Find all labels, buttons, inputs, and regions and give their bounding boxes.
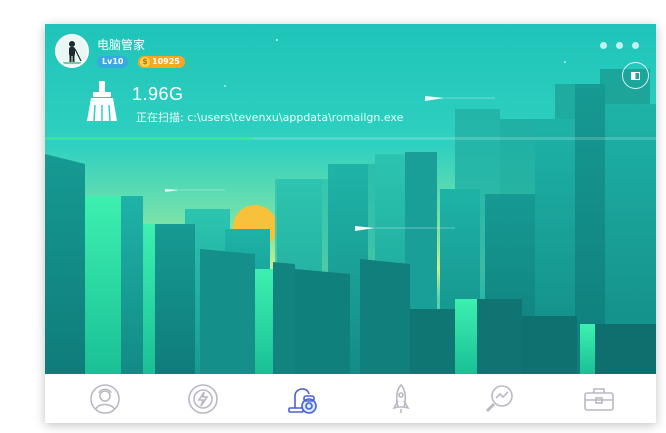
avatar[interactable] [55,34,89,68]
nav-diagnose[interactable] [483,382,517,416]
menu-dot-3[interactable] [632,42,639,49]
scan-current-path: c:\users\tevenxu\appdata\romailgn.exe [187,111,404,124]
coin-count: 10925 [152,57,180,66]
scan-progress-fill [45,137,253,140]
magnifier-chart-icon [485,385,513,413]
menu-dot-1[interactable] [600,42,607,49]
nav-user[interactable] [88,382,122,416]
nav-toolbox[interactable] [582,382,616,416]
toolbox-icon [584,388,614,411]
scan-progress-bar [45,137,656,140]
golfer-avatar-icon [57,36,87,66]
shield-bolt-icon [188,384,218,414]
app-title: 电脑管家 [97,38,146,52]
mini-mode-button[interactable] [622,62,649,89]
nav-speedup[interactable] [384,382,418,416]
nav-cleanup[interactable] [285,382,319,416]
mini-window-icon [631,72,640,80]
nav-protection[interactable] [186,382,220,416]
rocket-icon [392,383,410,413]
user-icon [90,384,120,414]
scan-status-prefix: 正在扫描: [136,111,188,124]
level-badge: Lv10 [97,56,129,68]
broom-icon [87,81,117,122]
bottom-nav [45,374,656,423]
hero-banner: 电脑管家 Lv10 $ 10925 1.96G 正在扫描: c:\users\t… [45,24,656,374]
window-controls [600,34,650,49]
vacuum-cleaner-icon [288,388,317,414]
coin-badge: $ 10925 [138,56,185,68]
menu-dot-2[interactable] [616,42,623,49]
cleaned-size: 1.96G [132,84,184,104]
scan-status: 正在扫描: c:\users\tevenxu\appdata\romailgn.… [136,109,403,125]
city-skyline-illustration [45,39,656,374]
app-window: 电脑管家 Lv10 $ 10925 1.96G 正在扫描: c:\users\t… [45,24,656,423]
coin-icon: $ [140,57,150,67]
